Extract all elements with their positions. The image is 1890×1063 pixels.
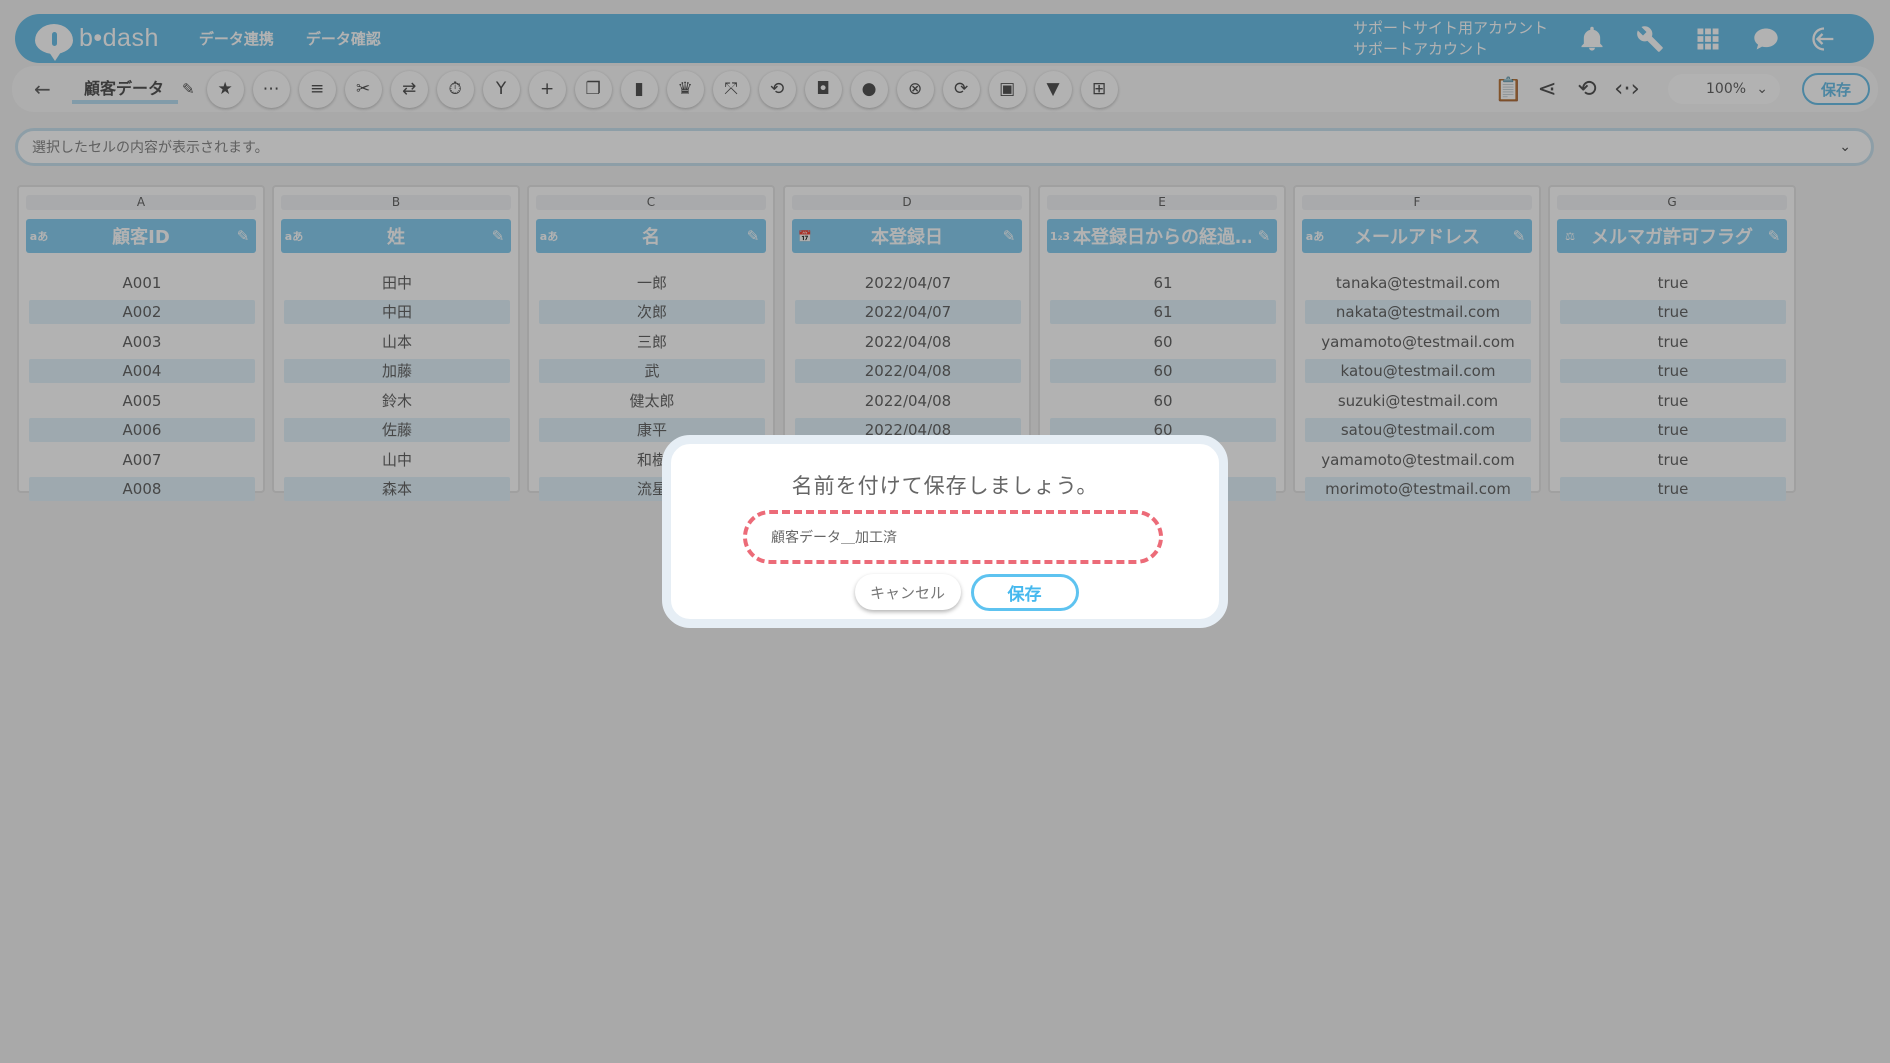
dialog-save-button[interactable]: 保存 [970, 574, 1079, 611]
dialog-title: 名前を付けて保存しましょう。 [791, 474, 1099, 498]
file-name-input[interactable]: 顧客データ＿加工済 [743, 510, 1163, 564]
save-dialog: 名前を付けて保存しましょう。 顧客データ＿加工済 キャンセル 保存 [662, 435, 1228, 628]
cancel-button[interactable]: キャンセル [854, 574, 961, 610]
